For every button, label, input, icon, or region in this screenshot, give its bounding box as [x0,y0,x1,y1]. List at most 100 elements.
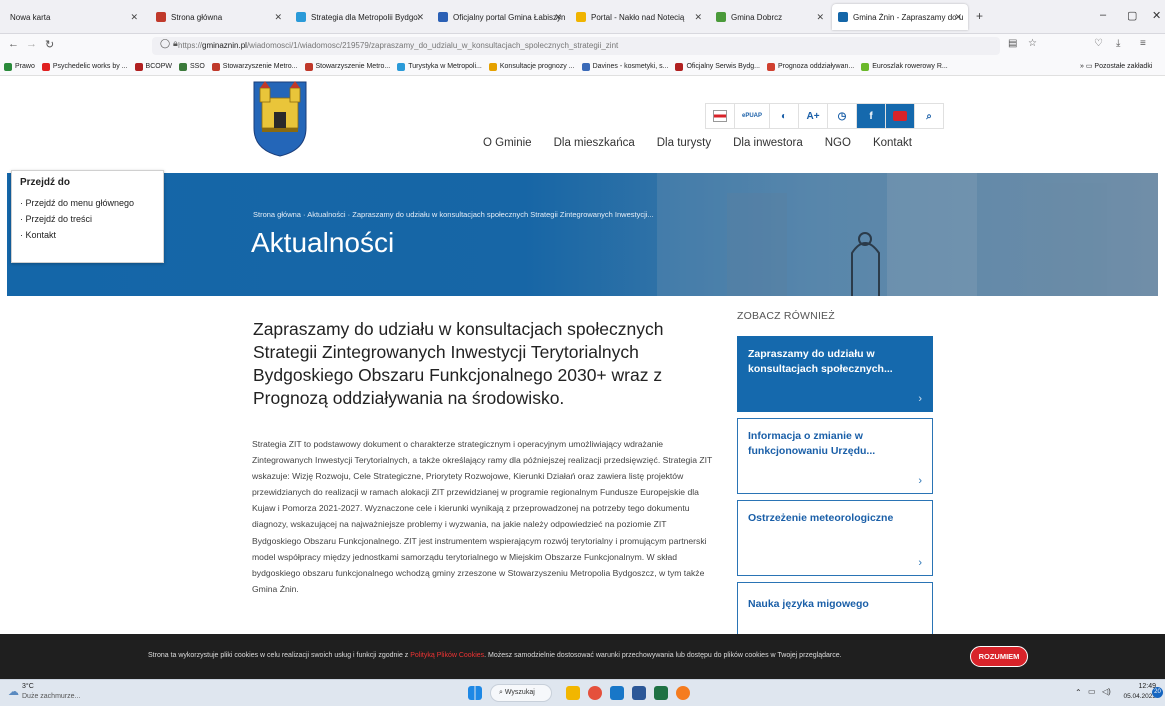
chevron-right-icon: › [918,393,922,405]
bookmark-item[interactable]: Davines - kosmetyki, s... [581,62,668,71]
bookmark-item[interactable]: SSO [179,62,205,71]
contrast-icon[interactable]: ◐ [769,103,799,129]
see-also-card[interactable]: Ostrzeżenie meteorologiczne › [737,500,933,576]
tab-title: Oficjalny portal Gmina Łabiszyn [453,12,566,22]
forward-icon[interactable]: → [26,38,37,50]
bookmark-item[interactable]: Psychedelic works by ... [41,62,128,71]
bip-button[interactable] [705,103,735,129]
bookmark-star-icon[interactable]: ☆ [1028,38,1037,49]
nav-kontakt[interactable]: Kontakt [873,137,912,149]
bookmark-icon [397,62,406,71]
browser-tab-active[interactable]: Gmina Żnin - Zapraszamy do u ✕ [832,4,968,30]
breadcrumb-news[interactable]: Aktualności [307,210,345,219]
excel-icon[interactable] [654,686,668,700]
new-tab-button[interactable]: + [976,9,983,23]
nav-o-gminie[interactable]: O Gminie [483,137,532,149]
bookmark-item[interactable]: Konsultacje prognozy ... [488,62,575,71]
address-bar[interactable]: https://gminaznin.pl/wiadomosci/1/wiadom… [152,37,1000,55]
bookmark-item[interactable]: Stowarzyszenie Metro... [211,62,298,71]
clock-time[interactable]: 12:49 [1126,683,1156,690]
skip-link-contact[interactable]: · Kontakt [20,230,155,240]
bookmark-label: SSO [190,63,205,70]
bookmark-label: Psychedelic works by ... [52,63,128,70]
close-tab-icon[interactable]: ✕ [954,12,962,23]
skip-link-menu[interactable]: · Przejdź do menu głównego [20,198,155,208]
clock-icon[interactable]: ◷ [827,103,857,129]
notification-badge[interactable]: 20 [1152,687,1163,698]
bookmark-item[interactable]: Prognoza oddziaływan... [766,62,854,71]
skip-link-content[interactable]: · Przejdź do treści [20,214,155,224]
close-tab-icon[interactable]: ✕ [130,12,138,23]
back-icon[interactable]: ← [8,38,19,50]
weather-icon[interactable]: ☁ [8,685,19,698]
epuap-button[interactable]: ePUAP [734,103,770,129]
pocket-icon[interactable]: ♡ [1094,38,1103,49]
hero-background-image [657,173,1158,296]
firefox-icon[interactable] [676,686,690,700]
tab-title: Nowa karta [10,12,51,22]
bookmark-item[interactable]: Turystyka w Metropoli... [397,62,482,71]
browser-tab[interactable]: Portal - Nakło nad Notecią ✕ [570,4,708,30]
browser-tab[interactable]: Nowa karta ✕ [4,4,144,30]
bookmark-item[interactable]: Prawo [4,62,35,71]
skip-links-panel: Przejdź do · Przejdź do menu głównego · … [11,170,164,263]
bookmark-item[interactable]: Stowarzyszenie Metro... [304,62,390,71]
windows-taskbar [0,679,1165,706]
weather-desc[interactable]: Duże zachmurze... [22,693,80,700]
close-tab-icon[interactable]: ✕ [274,12,282,23]
other-bookmarks[interactable]: » ▭ Pozostałe zakładki [1080,62,1152,70]
close-tab-icon[interactable]: ✕ [694,12,702,23]
nav-dla-mieszkanca[interactable]: Dla mieszkańca [554,137,635,149]
outlook-icon[interactable] [610,686,624,700]
taskbar-search[interactable]: ⌕ Wyszukaj [490,684,552,702]
shield-icon[interactable]: ◯ [160,38,170,49]
close-tab-icon[interactable]: ✕ [816,12,824,23]
coat-of-arms-logo[interactable] [252,80,308,158]
browser-tab[interactable]: Gmina Dobrcz ✕ [710,4,830,30]
file-explorer-icon[interactable] [566,686,580,700]
see-also-card[interactable]: Zapraszamy do udziału w konsultacjach sp… [737,336,933,412]
lock-icon[interactable]: 🔒︎ [173,38,178,49]
volume-icon[interactable]: ◁) [1102,687,1111,696]
close-window-icon[interactable]: ✕ [1152,9,1161,22]
maximize-icon[interactable]: ▢ [1127,9,1137,22]
download-icon[interactable]: ⤓ [1116,38,1120,49]
minimize-icon[interactable]: – [1100,9,1106,21]
facebook-icon[interactable]: f [856,103,886,129]
start-icon[interactable] [468,686,482,700]
hero-banner [7,173,1158,296]
clock-date[interactable]: 05.04.2023 [1112,693,1156,700]
nav-dla-turysty[interactable]: Dla turysty [657,137,711,149]
reader-view-icon[interactable]: ▤ [1008,38,1017,49]
bookmark-item[interactable]: Oficjalny Serwis Bydg... [675,62,760,71]
see-also-card[interactable]: Informacja o zmianie w funkcjonowaniu Ur… [737,418,933,494]
bookmark-item[interactable]: BCOPW [134,62,172,71]
chrome-icon[interactable] [588,686,602,700]
network-icon[interactable]: ▭ [1088,687,1096,696]
nav-ngo[interactable]: NGO [825,137,851,149]
breadcrumb-home[interactable]: Strona główna [253,210,301,219]
browser-tab[interactable]: Strona główna ✕ [150,4,288,30]
close-tab-icon[interactable]: ✕ [554,12,562,23]
youtube-icon[interactable] [885,103,915,129]
reload-icon[interactable]: ↻ [45,38,54,51]
nav-dla-inwestora[interactable]: Dla inwestora [733,137,803,149]
weather-temp[interactable]: 3°C [22,683,34,690]
search-icon[interactable]: ⌕ [914,103,944,129]
browser-tab[interactable]: Oficjalny portal Gmina Łabiszyn ✕ [432,4,568,30]
bookmark-item[interactable]: Euroszlak rowerowy R... [861,62,948,71]
browser-tab[interactable]: Strategia dla Metropolii Bydgo: ✕ [290,4,430,30]
close-tab-icon[interactable]: ✕ [416,12,424,23]
bookmark-icon [4,62,12,71]
article-body: Strategia ZIT to podstawowy dokument o c… [252,439,713,594]
menu-icon[interactable]: ≡ [1140,38,1146,49]
card-title: Informacja o zmianie w funkcjonowaniu Ur… [748,430,876,457]
word-icon[interactable] [632,686,646,700]
tray-chevron-icon[interactable]: ⌃ [1075,688,1082,697]
font-size-button[interactable]: A+ [798,103,828,129]
site-favicon-icon [156,12,166,22]
accept-cookies-button[interactable]: ROZUMIEM [970,646,1028,667]
cookie-text-after: . Możesz samodzielnie dostosować warunki… [484,652,842,659]
bookmark-label: Prawo [15,63,35,70]
cookie-policy-link[interactable]: Polityką Plików Cookies [410,652,484,659]
